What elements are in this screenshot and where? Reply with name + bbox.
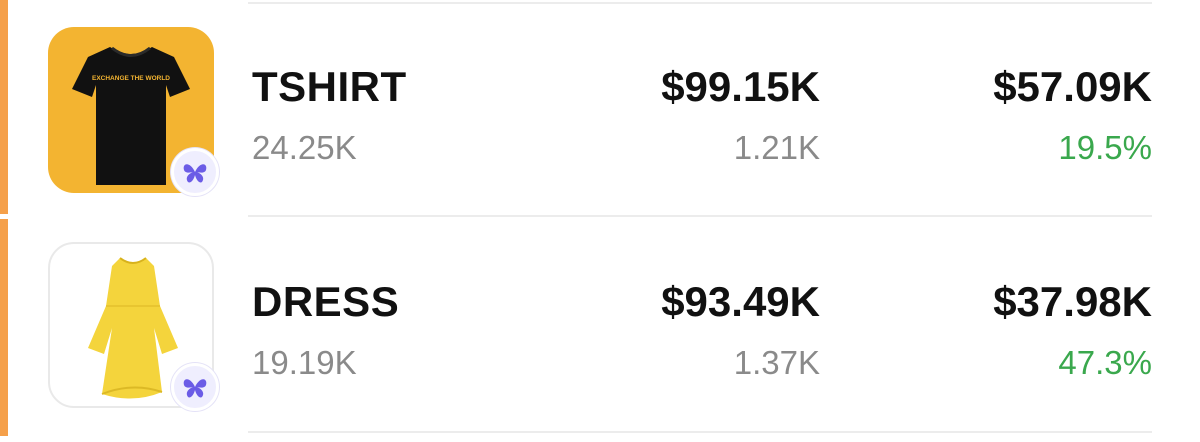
product-profit: $37.98K — [993, 278, 1152, 325]
shirt-print-text: EXCHANGE THE WORLD — [92, 75, 170, 82]
product-quantity: 19.19K — [252, 344, 357, 381]
butterfly-icon — [171, 148, 219, 196]
product-name: DRESS — [252, 278, 400, 325]
product-revenue: $99.15K — [661, 63, 820, 110]
product-row-dress[interactable]: DRESS 19.19K $93.49K 1.37K $37.98K 47.3% — [0, 242, 1200, 442]
product-quantity: 24.25K — [252, 129, 357, 166]
divider — [248, 2, 1152, 4]
product-profit: $57.09K — [993, 63, 1152, 110]
product-orders: 1.37K — [733, 344, 820, 381]
product-name: TSHIRT — [252, 63, 407, 110]
product-margin: 47.3% — [1058, 344, 1152, 381]
product-margin: 19.5% — [1058, 129, 1152, 166]
product-revenue: $93.49K — [661, 278, 820, 325]
product-orders: 1.21K — [733, 129, 820, 166]
butterfly-icon — [171, 363, 219, 411]
product-row-tshirt[interactable]: EXCHANGE THE WORLD TSHIRT 24.25K $99.15K… — [0, 27, 1200, 227]
